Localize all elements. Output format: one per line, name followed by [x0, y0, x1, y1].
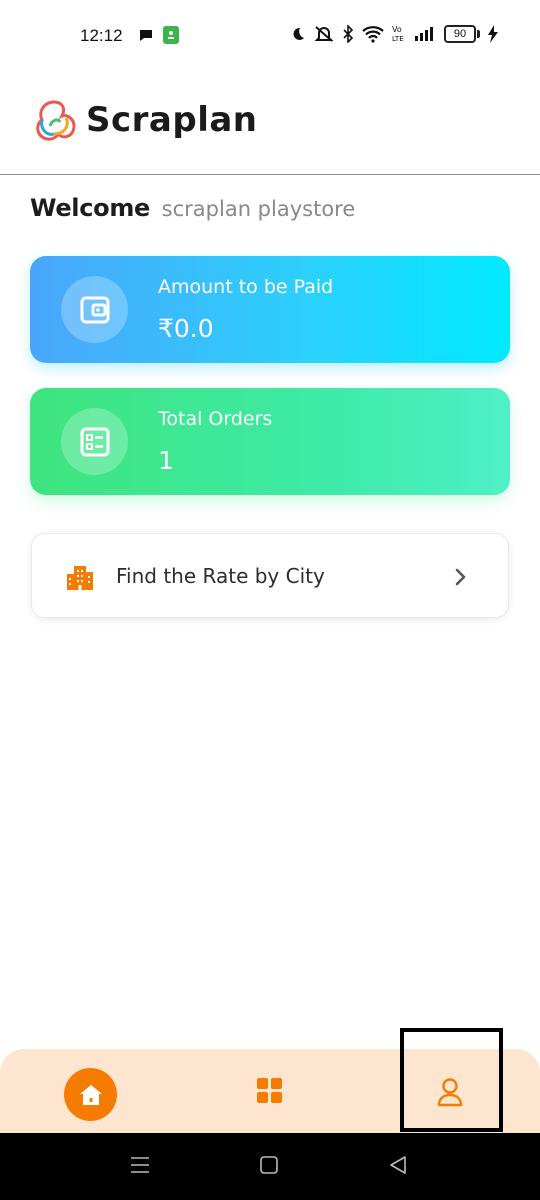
moon-icon [293, 27, 304, 40]
welcome-greeting: Welcome [30, 194, 151, 222]
charging-icon [488, 25, 498, 43]
orders-list-icon [80, 427, 109, 456]
amount-label: Amount to be Paid [158, 276, 334, 298]
scraplan-logo-icon [36, 100, 76, 141]
total-orders-card[interactable]: Total Orders 1 [30, 388, 510, 495]
dashboard-grid-icon[interactable] [257, 1078, 283, 1104]
home-icon [79, 1084, 102, 1105]
status-time: 12:12 [80, 26, 123, 45]
welcome-username: scraplan playstore [161, 197, 356, 221]
svg-text:Vo: Vo [392, 25, 402, 34]
app-notification-icon [163, 26, 179, 44]
amount-value: ₹0.0 [158, 314, 214, 343]
wallet-icon [80, 296, 109, 323]
system-nav-bar [0, 1133, 540, 1200]
bluetooth-icon [343, 25, 354, 43]
nav-home-button[interactable] [64, 1068, 117, 1121]
volte-icon: VoLTE [392, 25, 404, 43]
battery-icon: 90 [444, 25, 480, 43]
menu-icon[interactable] [130, 1154, 150, 1176]
battery-level: 90 [444, 25, 476, 43]
highlight-box [400, 1028, 503, 1132]
status-bar: 12:12 Vo LTE 90 [0, 0, 540, 72]
header-divider [0, 174, 540, 175]
svg-text:LTE: LTE [392, 35, 404, 43]
amount-to-be-paid-card[interactable]: Amount to be Paid ₹0.0 [30, 256, 510, 363]
welcome-line: Welcome scraplan playstore [30, 194, 355, 222]
find-rate-by-city-button[interactable]: Find the Rate by City [31, 533, 509, 618]
wifi-icon [362, 26, 384, 43]
app-title: Scraplan [86, 100, 258, 140]
city-building-icon [67, 566, 93, 590]
chat-bubble-icon [140, 30, 152, 41]
app-header: Scraplan [30, 96, 258, 144]
orders-value: 1 [158, 446, 174, 475]
find-rate-label: Find the Rate by City [116, 564, 325, 588]
mute-icon [314, 26, 334, 42]
orders-label: Total Orders [158, 408, 273, 430]
signal-icon [415, 27, 433, 41]
back-triangle-icon[interactable] [388, 1154, 408, 1176]
home-square-icon[interactable] [259, 1154, 279, 1176]
chevron-right-icon [455, 568, 466, 586]
